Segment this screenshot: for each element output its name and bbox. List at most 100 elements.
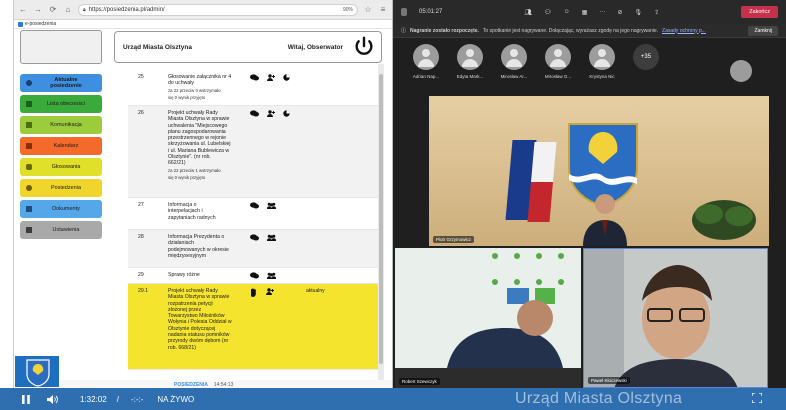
add-user-icon[interactable] (266, 288, 274, 295)
menu-icon[interactable]: ≡ (378, 5, 388, 14)
fullscreen-icon[interactable] (751, 392, 763, 405)
chat-icon[interactable] (250, 272, 259, 279)
back-icon[interactable]: ← (18, 5, 28, 14)
reload-icon[interactable]: ⟳ (48, 5, 58, 14)
avatar (730, 60, 752, 82)
hand-icon[interactable] (250, 288, 258, 297)
agenda-number: 27 (138, 202, 144, 208)
group-icon[interactable] (267, 202, 276, 209)
agenda-row[interactable]: 28 Informacja Prezydenta o działaniach p… (128, 230, 384, 268)
agenda-actions (244, 70, 304, 105)
camera-icon[interactable]: ⊘ (617, 9, 622, 16)
address-bar[interactable]: 🔒︎ https://posiedzenia.pl/admin/ 90% (78, 3, 358, 16)
agenda-row[interactable]: 26 Projekt uchwały Rady Miasta Olsztyna … (128, 106, 384, 198)
record-icon: ⓘ (401, 28, 407, 34)
agenda-number: 26 (138, 110, 144, 116)
agenda-actions (244, 198, 304, 229)
chat-icon[interactable] (250, 74, 259, 81)
add-user-icon[interactable] (267, 110, 275, 117)
avatar (589, 44, 615, 70)
document-icon (26, 206, 32, 212)
agenda-row[interactable]: 27 Informacja o interpelacjach i zapytan… (128, 198, 384, 230)
pause-icon[interactable] (20, 393, 32, 405)
agenda-row-current[interactable]: 29.1 Projekt uchwały Rady Miasta Olsztyn… (128, 284, 384, 370)
more-icon[interactable]: ··· (599, 9, 605, 15)
agenda-list: 25 Głosowanie załącznika nr 4 do uchwały… (128, 70, 384, 382)
zoom-level[interactable]: 90% (343, 7, 353, 13)
bookmark-icon (18, 21, 23, 27)
teams-window: 05:01:27 👥︎ 💬︎ ☺ ▦ ··· ⊘ 🎙︎ ⇪ Zakończ ⓘ … (393, 0, 786, 390)
agenda-title: Informacja Prezydenta o działaniach pode… (168, 234, 229, 259)
menu-item-sessions[interactable]: Posiedzenia (20, 179, 102, 197)
participant-tile[interactable]: Mirosław Ar... (495, 44, 533, 94)
agenda-number: 29.1 (138, 288, 149, 294)
agenda-number: 29 (138, 272, 144, 278)
power-icon[interactable] (353, 36, 375, 58)
chat-icon[interactable]: 💬︎ (544, 9, 552, 16)
chat-icon[interactable] (250, 234, 259, 241)
group-icon[interactable] (267, 234, 276, 241)
side-menu: Aktualne posiedzenie Lista obecności Kom… (20, 74, 102, 242)
bookmark-bar: e-posiedzenia (14, 20, 392, 29)
more-participants[interactable]: +35 (627, 44, 665, 94)
bookmark-item[interactable]: e-posiedzenia (25, 21, 56, 27)
add-user-icon[interactable] (267, 74, 275, 81)
page-header: Urząd Miasta Olsztyna Witaj, Obserwator (114, 31, 382, 63)
banner-text: To spotkanie jest nagrywane. Dołączając,… (482, 27, 659, 34)
scrollbar-thumb[interactable] (379, 74, 383, 364)
mic-icon[interactable]: 🎙︎ (635, 9, 643, 16)
agenda-row[interactable]: 29 Sprawy różne (128, 268, 384, 284)
rooms-icon[interactable]: ▦ (582, 9, 588, 16)
menu-item-current[interactable]: Aktualne posiedzenie (20, 74, 102, 92)
stream-stage: ← → ⟳ ⌂ 🔒︎ https://posiedzenia.pl/admin/… (0, 0, 786, 410)
menu-item-calendar[interactable]: Kalendarz (20, 137, 102, 155)
menu-item-documents[interactable]: Dokumenty (20, 200, 102, 218)
scrollbar[interactable] (378, 64, 384, 380)
participant-name-tag: Paweł Kłoczewski (588, 377, 630, 384)
greeting: Witaj, Obserwator (287, 43, 343, 51)
broadcast-brand: Urząd Miasta Olsztyna (515, 390, 683, 407)
participant-video-active[interactable]: Paweł Kłoczewski (583, 248, 768, 388)
agenda-title: Informacja o interpelacjach i zapytaniac… (168, 202, 216, 221)
chat-icon[interactable] (250, 110, 259, 117)
volume-icon[interactable] (46, 393, 58, 405)
webcam-scene (584, 249, 767, 387)
menu-item-votes[interactable]: Głosowania (20, 158, 102, 176)
avatar (545, 44, 571, 70)
chat-icon[interactable] (250, 202, 259, 209)
agenda-actions (244, 284, 296, 369)
participant-tile[interactable]: Adrian Nap... (407, 44, 445, 94)
agenda-title: Głosowanie załącznika nr 4 do uchwały za… (168, 74, 232, 100)
live-indicator[interactable]: NA ŻYWO (157, 395, 194, 404)
agenda-actions (244, 230, 304, 267)
participant-video[interactable]: Robert Szewczyk (395, 248, 581, 388)
participants-icon[interactable]: 👥︎ (524, 9, 532, 16)
menu-item-communication[interactable]: Komunikacja (20, 116, 102, 134)
group-icon[interactable] (267, 272, 276, 279)
home-icon[interactable]: ⌂ (63, 5, 73, 14)
agenda-row[interactable]: 25 Głosowanie załącznika nr 4 do uchwały… (128, 70, 384, 106)
avatar (457, 44, 483, 70)
meeting-timer: 05:01:27 (419, 9, 443, 15)
logo-box (20, 30, 102, 64)
menu-item-attendance[interactable]: Lista obecności (20, 95, 102, 113)
pie-chart-icon[interactable] (283, 74, 290, 81)
avatar (501, 44, 527, 70)
agenda-actions (244, 268, 304, 283)
star-icon[interactable]: ☆ (363, 5, 373, 14)
participant-tile[interactable]: Edyta Mark... (451, 44, 489, 94)
end-call-button[interactable]: Zakończ (741, 6, 778, 18)
privacy-link[interactable]: Zasady ochrony p... (662, 28, 706, 34)
participant-tile[interactable]: Mirosław G... (539, 44, 577, 94)
close-banner-button[interactable]: Zamknij (748, 25, 778, 36)
menu-item-settings[interactable]: Ustawienia (20, 221, 102, 239)
address-text: https://posiedzenia.pl/admin/ (88, 6, 165, 13)
main-speaker-video[interactable]: Piotr Grzymowicz (429, 96, 769, 246)
pie-chart-icon[interactable] (283, 110, 290, 117)
institution-name: Urząd Miasta Olsztyna (123, 43, 192, 51)
reactions-icon[interactable]: ☺ (564, 9, 570, 15)
participant-tile[interactable]: Krystyna Nic (583, 44, 621, 94)
speaker-name-tag: Piotr Grzymowicz (433, 236, 475, 243)
share-icon[interactable]: ⇪ (654, 9, 659, 16)
forward-icon[interactable]: → (33, 5, 43, 14)
